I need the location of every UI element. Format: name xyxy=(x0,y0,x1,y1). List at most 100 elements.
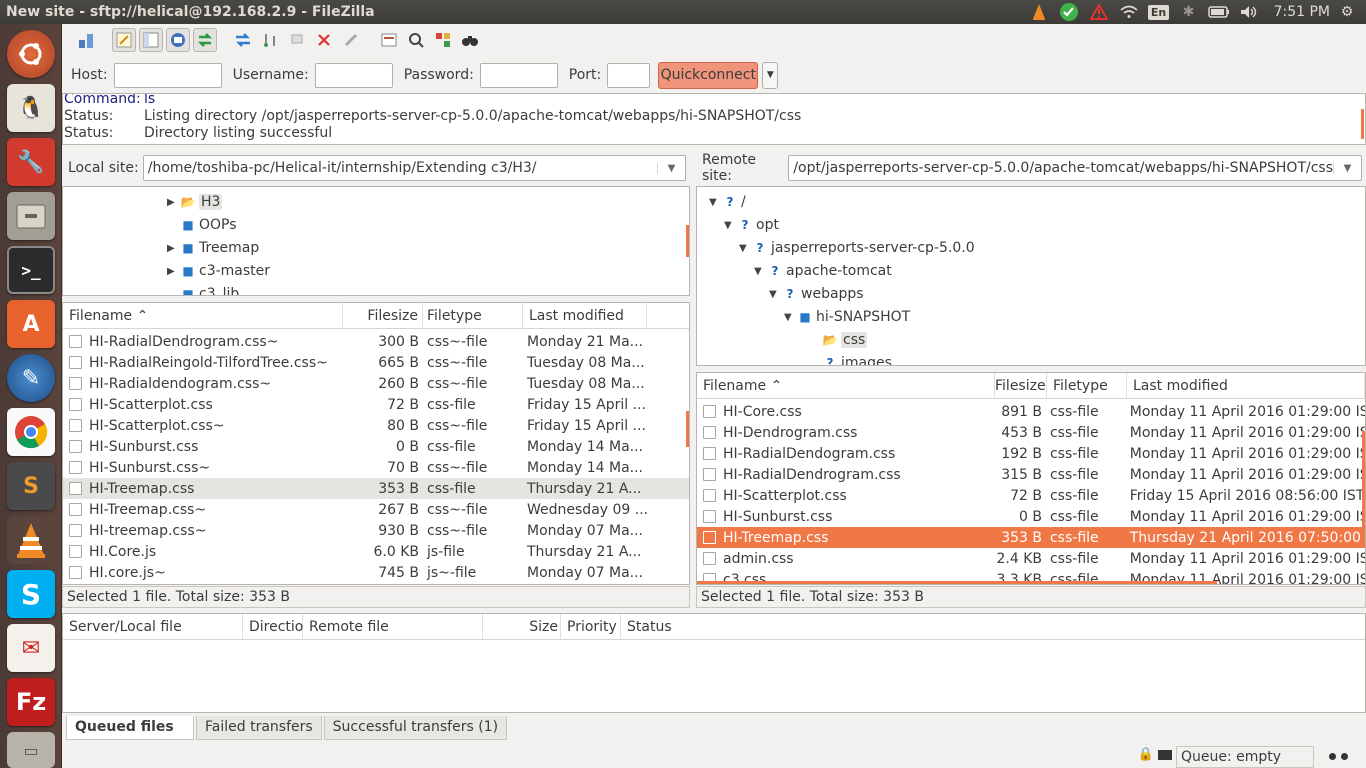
remote-hscrollbar[interactable] xyxy=(697,581,1217,584)
toggle-log-icon[interactable] xyxy=(112,28,136,52)
tree-node[interactable]: ▼ ■ hi-SNAPSHOT xyxy=(784,306,910,328)
reconnect-icon[interactable] xyxy=(339,28,363,52)
tab-failed-transfers[interactable]: Failed transfers xyxy=(196,716,322,740)
remote-list-scrollbar[interactable] xyxy=(1362,431,1365,541)
tree-node[interactable]: ▼? webapps xyxy=(769,283,864,305)
trash-icon[interactable]: ▭ xyxy=(7,732,55,768)
inkscape-icon[interactable]: ✎ xyxy=(7,354,55,402)
message-log[interactable]: Command: ls Status: Listing directory /opt… xyxy=(62,93,1366,145)
power-gear-icon[interactable]: ⚙ xyxy=(1332,0,1362,24)
tree-node[interactable]: 📂 css xyxy=(809,329,868,351)
warning-icon[interactable] xyxy=(1084,0,1114,24)
file-row[interactable]: HI-Sunburst.css 0 B css-file Monday 11 Apri… xyxy=(697,506,1365,527)
tree-node[interactable]: ▼? opt xyxy=(724,214,779,236)
tree-node[interactable]: ▼? / xyxy=(709,191,746,213)
site-manager-icon[interactable] xyxy=(74,28,98,52)
password-input[interactable] xyxy=(479,62,558,88)
vlc-tray-icon[interactable] xyxy=(1024,0,1054,24)
document-viewer-icon[interactable]: ✉ xyxy=(7,624,55,672)
file-row[interactable]: HI-Scatterplot.css 72 B css-file Friday 15 … xyxy=(697,485,1365,506)
local-path-combo[interactable]: /home/toshiba-pc/Helical-it/internship/E… xyxy=(142,155,686,181)
col-filetype[interactable]: Filetype xyxy=(1047,373,1127,399)
keyboard-layout-indicator[interactable]: En xyxy=(1144,0,1174,24)
file-row[interactable]: HI-RadialDendrogram.css 315 B css-file Mond… xyxy=(697,464,1365,485)
bluetooth-icon[interactable]: ✱ xyxy=(1174,0,1204,24)
log-scrollbar[interactable] xyxy=(1361,109,1364,139)
chevron-down-icon[interactable]: ▼ xyxy=(657,162,685,174)
file-row[interactable]: HI-RadialDendogram.css 192 B css-file Monda… xyxy=(697,443,1365,464)
toggle-queue-icon[interactable] xyxy=(193,28,217,52)
pidgin-penguin-icon[interactable]: 🐧 xyxy=(7,84,55,132)
process-queue-icon[interactable] xyxy=(258,28,282,52)
col-filename[interactable]: Filename ⌃ xyxy=(697,373,995,399)
file-row[interactable]: HI.core.js~ 745 B js~-file Monday 07 Ma... xyxy=(63,562,689,583)
col-filesize[interactable]: Filesize xyxy=(343,303,423,329)
battery-icon[interactable] xyxy=(1204,0,1234,24)
file-row[interactable]: HI-Sunburst.css 0 B css-file Monday 14 Ma..… xyxy=(63,436,689,457)
filezilla-icon[interactable]: Fz xyxy=(7,678,55,726)
tree-node[interactable]: ▶ 📂 H3 xyxy=(167,191,223,213)
col-status[interactable]: Status xyxy=(621,614,741,640)
file-row[interactable]: HI-Scatterplot.css~ 80 B css~-file Friday 1… xyxy=(63,415,689,436)
remote-tree[interactable]: ▼? / ▼? opt ▼? jasperreports-server-cp-5.0.… xyxy=(696,186,1366,366)
local-file-list[interactable]: Filename ⌃ Filesize Filetype Last modifi… xyxy=(62,302,690,585)
col-server-local-file[interactable]: Server/Local file xyxy=(63,613,243,640)
tree-node[interactable]: ■ OOPs xyxy=(167,214,236,236)
file-row[interactable]: HI-Treemap.css 353 B css-file Thursday 21 A… xyxy=(63,478,689,499)
vlc-icon[interactable] xyxy=(7,516,55,564)
system-settings-icon[interactable]: 🔧 xyxy=(7,138,55,186)
file-row[interactable]: HI-Treemap.css~ 267 B css~-file Wednesday 0… xyxy=(63,499,689,520)
col-remote-file[interactable]: Remote file xyxy=(303,613,483,640)
toggle-remote-tree-icon[interactable] xyxy=(166,28,190,52)
refresh-icon[interactable] xyxy=(231,28,255,52)
volume-icon[interactable] xyxy=(1234,0,1264,24)
file-row[interactable]: HI-RadialDendrogram.css~ 300 B css~-file Mo… xyxy=(63,331,689,352)
chevron-down-icon[interactable]: ▼ xyxy=(1333,162,1361,174)
local-tree[interactable]: ▶ 📂 H3 ■ OOPs ▶ ■ Treemap ▶ ■ c3-master ■ c3_lib xyxy=(62,186,690,296)
file-row[interactable]: HI-treemap.css~ 930 B css~-file Monday 07 M… xyxy=(63,520,689,541)
cancel-operation-icon[interactable] xyxy=(285,28,309,52)
file-row[interactable]: admin.css 2.4 KB css-file Monday 11 April 2… xyxy=(697,548,1365,569)
compare-directories-icon[interactable] xyxy=(431,28,455,52)
directory-filter-icon[interactable] xyxy=(377,28,401,52)
tree-node[interactable]: ■ c3_lib xyxy=(167,283,239,295)
col-last-modified[interactable]: Last modified xyxy=(1127,373,1365,399)
local-tree-scrollbar[interactable] xyxy=(686,225,689,257)
transfer-queue[interactable]: Server/Local file Directio Remote file S… xyxy=(62,613,1366,713)
tree-node[interactable]: ▼? apache-tomcat xyxy=(754,260,892,282)
software-center-icon[interactable]: A xyxy=(7,300,55,348)
quickconnect-button[interactable]: Quickconnect xyxy=(658,61,759,89)
tree-node[interactable]: ? images xyxy=(809,352,892,365)
tree-node[interactable]: ▼? jasperreports-server-cp-5.0.0 xyxy=(739,237,975,259)
file-row[interactable]: HI-Radialdendogram.css~ 260 B css~-file Tue… xyxy=(63,373,689,394)
skype-icon[interactable]: S xyxy=(7,570,55,618)
wifi-icon[interactable] xyxy=(1114,0,1144,24)
col-filesize[interactable]: Filesize xyxy=(995,373,1047,399)
file-row[interactable]: HI-Scatterplot.css 72 B css-file Friday 15 … xyxy=(63,394,689,415)
file-row[interactable]: HI-Core.css 891 B css-file Monday 11 April … xyxy=(697,401,1365,422)
col-filename[interactable]: Filename ⌃ xyxy=(63,303,343,329)
ubuntu-dash-icon[interactable] xyxy=(7,30,55,78)
search-binoculars-icon[interactable] xyxy=(458,28,482,52)
disconnect-icon[interactable] xyxy=(312,28,336,52)
col-last-modified[interactable]: Last modified xyxy=(523,303,647,329)
terminal-icon[interactable]: >_ xyxy=(7,246,55,294)
file-row[interactable]: HI-Sunburst.css~ 70 B css~-file Monday 14 M… xyxy=(63,457,689,478)
chrome-icon[interactable] xyxy=(7,408,55,456)
remote-file-list[interactable]: Filename ⌃ Filesize Filetype Last modifi… xyxy=(696,372,1366,585)
file-row[interactable]: HI-Treemap.css 353 B css-file Thursday 21 A… xyxy=(697,527,1365,548)
col-filetype[interactable]: Filetype xyxy=(423,303,523,329)
file-manager-icon[interactable] xyxy=(7,192,55,240)
col-direction[interactable]: Directio xyxy=(243,613,303,640)
tab-queued-files[interactable]: Queued files xyxy=(66,716,194,740)
sublime-text-icon[interactable]: S xyxy=(7,462,55,510)
tab-successful-transfers[interactable]: Successful transfers (1) xyxy=(323,716,508,740)
port-input[interactable] xyxy=(607,62,651,88)
username-input[interactable] xyxy=(314,62,393,88)
remote-path-combo[interactable]: /opt/jasperreports-server-cp-5.0.0/apach… xyxy=(788,155,1362,181)
file-row[interactable]: HI.Core.js 6.0 KB js-file Thursday 21 A... xyxy=(63,541,689,562)
toggle-local-tree-icon[interactable] xyxy=(139,28,163,52)
quickconnect-history-dropdown[interactable]: ▼ xyxy=(762,61,779,89)
col-size[interactable]: Size xyxy=(483,613,561,640)
sync-ok-icon[interactable] xyxy=(1054,0,1084,24)
